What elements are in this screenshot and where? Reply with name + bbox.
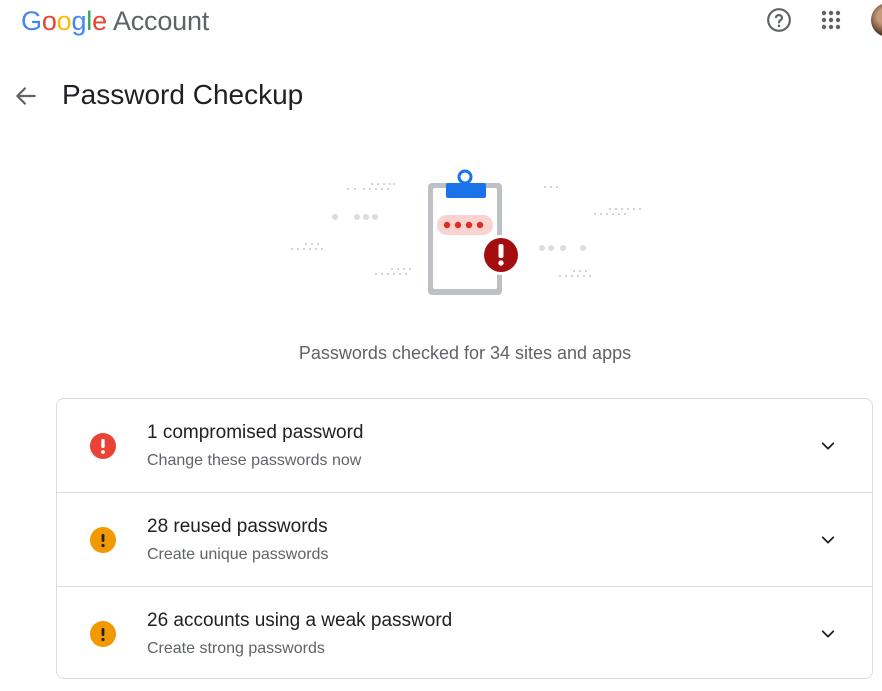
reused-passwords-row[interactable]: 28 reused passwords Create unique passwo… — [57, 493, 872, 587]
row-text: 28 reused passwords Create unique passwo… — [147, 515, 328, 566]
page-header: Password Checkup — [0, 74, 882, 118]
row-title: 28 reused passwords — [147, 516, 328, 537]
expand-button[interactable] — [815, 433, 841, 459]
apps-button[interactable] — [815, 4, 847, 36]
google-account-logo[interactable]: Google Account — [21, 4, 209, 38]
password-checkup-illustration — [0, 160, 882, 310]
back-button[interactable] — [10, 80, 42, 112]
checked-sites-summary: Passwords checked for 34 sites and apps — [298, 343, 632, 363]
expand-button[interactable] — [815, 621, 841, 647]
logo-letter: o — [41, 6, 57, 36]
weak-passwords-row[interactable]: 26 accounts using a weak password Create… — [57, 587, 872, 678]
chevron-down-icon — [821, 536, 835, 544]
warning-icon — [90, 527, 116, 553]
clipboard-alert-illustration — [291, 169, 641, 295]
logo-letter: e — [92, 6, 107, 36]
warning-icon — [90, 621, 116, 647]
logo-letter: G — [21, 6, 42, 36]
logo-letter: o — [56, 6, 72, 36]
product-name: Account — [112, 6, 210, 36]
row-text: 26 accounts using a weak password Create… — [147, 609, 452, 660]
avatar[interactable] — [871, 3, 882, 37]
top-bar: Google Account — [0, 0, 882, 44]
help-button[interactable] — [763, 4, 795, 36]
chevron-down-icon — [821, 442, 835, 450]
row-text: 1 compromised password Change these pass… — [147, 421, 363, 472]
arrow-back-icon — [16, 87, 36, 105]
row-title: 1 compromised password — [147, 422, 364, 443]
password-issues-card: 1 compromised password Change these pass… — [56, 398, 873, 679]
logo-letter: g — [71, 6, 87, 36]
row-subtitle: Create unique passwords — [147, 546, 329, 563]
row-subtitle: Change these passwords now — [147, 452, 362, 469]
expand-button[interactable] — [815, 527, 841, 553]
page-title: Password Checkup — [62, 79, 304, 110]
row-title: 26 accounts using a weak password — [147, 610, 453, 631]
error-icon — [90, 433, 116, 459]
chevron-down-icon — [821, 630, 835, 638]
apps-icon — [821, 10, 841, 30]
row-subtitle: Create strong passwords — [147, 640, 325, 657]
help-icon — [767, 8, 791, 32]
compromised-passwords-row[interactable]: 1 compromised password Change these pass… — [57, 399, 872, 493]
